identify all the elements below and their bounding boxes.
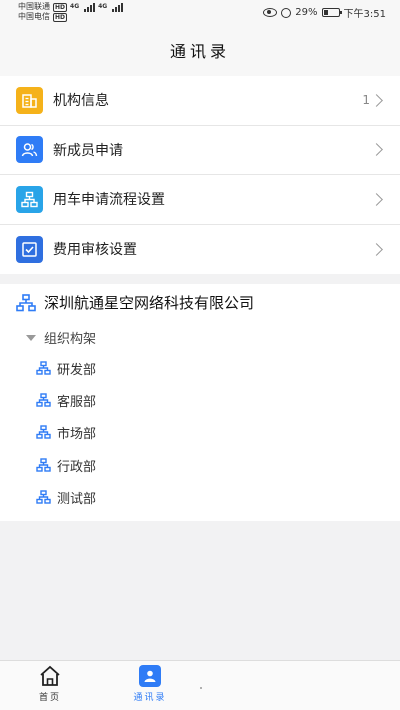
carrier-info: 中国联通 HD 4G 4G 中国电信 HD: [18, 2, 124, 22]
home-icon: [40, 665, 60, 686]
bottom-tab-bar: 首页 通讯录: [0, 660, 400, 710]
building-icon: [16, 86, 43, 114]
chevron-right-icon: [370, 93, 383, 107]
menu-item-expense-review[interactable]: 费用审核设置: [0, 225, 400, 275]
chevron-right-icon: [370, 192, 383, 206]
users-icon: [16, 136, 43, 164]
tab-home[interactable]: 首页: [20, 665, 80, 703]
eye-comfort-icon: [263, 8, 278, 17]
menu-list: 机构信息 1 新成员申请 用车申请流程设置 费用审核设置: [0, 76, 400, 274]
menu-item-org-info[interactable]: 机构信息 1: [0, 76, 400, 126]
dept-label: 市场部: [57, 426, 97, 442]
dept-label: 研发部: [57, 362, 97, 378]
status-bar: 中国联通 HD 4G 4G 中国电信 HD 29% 下午3:51: [0, 0, 400, 24]
dept-item[interactable]: 研发部: [36, 359, 97, 378]
org-chart-icon: [16, 185, 43, 213]
menu-item-label: 新成员申请: [53, 142, 123, 159]
battery-level: [323, 10, 328, 15]
menu-item-label: 用车申请流程设置: [53, 192, 165, 209]
dept-item[interactable]: 市场部: [36, 423, 97, 442]
menu-item-label: 费用审核设置: [53, 242, 137, 259]
org-chart-icon: [36, 458, 51, 472]
org-tree: 深圳航通星空网络科技有限公司 组织构架 研发部 客服部 市场部 行政部 测试部: [0, 284, 400, 521]
dept-item[interactable]: 客服部: [36, 391, 97, 410]
page-title: 通讯录: [169, 42, 230, 61]
network-type-2: 4G: [98, 3, 108, 10]
org-chart-icon: [36, 361, 51, 375]
network-type-1: 4G: [70, 3, 80, 10]
dept-item[interactable]: 行政部: [36, 456, 97, 475]
company-name: 深圳航通星空网络科技有限公司: [44, 294, 255, 312]
tab-label: 通讯录: [133, 693, 167, 703]
carrier-1: 中国联通: [18, 2, 50, 11]
divider-dot: [200, 687, 202, 689]
dept-label: 测试部: [57, 491, 97, 507]
org-chart-icon: [36, 425, 51, 439]
alarm-icon: [281, 7, 292, 18]
org-count: 1: [362, 93, 370, 108]
org-chart-icon: [16, 293, 36, 311]
chevron-right-icon: [370, 143, 383, 157]
hd-badge: HD: [53, 12, 68, 22]
org-chart-icon: [36, 393, 51, 407]
dept-item[interactable]: 测试部: [36, 488, 97, 507]
org-root-node[interactable]: 组织构架: [26, 328, 96, 347]
battery-icon: [321, 8, 342, 17]
chevron-right-icon: [370, 242, 383, 256]
dept-label: 行政部: [57, 459, 97, 475]
signal-icon: [112, 2, 124, 12]
hd-badge: HD: [53, 2, 68, 12]
org-root-label: 组织构架: [44, 332, 97, 347]
status-indicators: 29% 下午3:51: [263, 5, 386, 20]
tab-contacts[interactable]: 通讯录: [120, 665, 180, 703]
tab-label: 首页: [38, 693, 61, 703]
dept-label: 客服部: [57, 394, 97, 410]
clock: 下午3:51: [343, 9, 386, 20]
menu-item-car-flow[interactable]: 用车申请流程设置: [0, 175, 400, 225]
carrier-2: 中国电信: [18, 12, 50, 21]
contacts-icon: [139, 665, 161, 687]
signal-icon: [84, 2, 96, 12]
caret-down-icon: [26, 334, 36, 341]
company-row[interactable]: 深圳航通星空网络科技有限公司: [16, 292, 254, 313]
battery-percent: 29%: [295, 7, 318, 18]
nav-header: 通讯录: [0, 24, 400, 76]
checkbox-icon: [16, 235, 43, 263]
menu-item-label: 机构信息: [53, 93, 109, 110]
menu-item-new-member[interactable]: 新成员申请: [0, 126, 400, 175]
org-chart-icon: [36, 490, 51, 504]
